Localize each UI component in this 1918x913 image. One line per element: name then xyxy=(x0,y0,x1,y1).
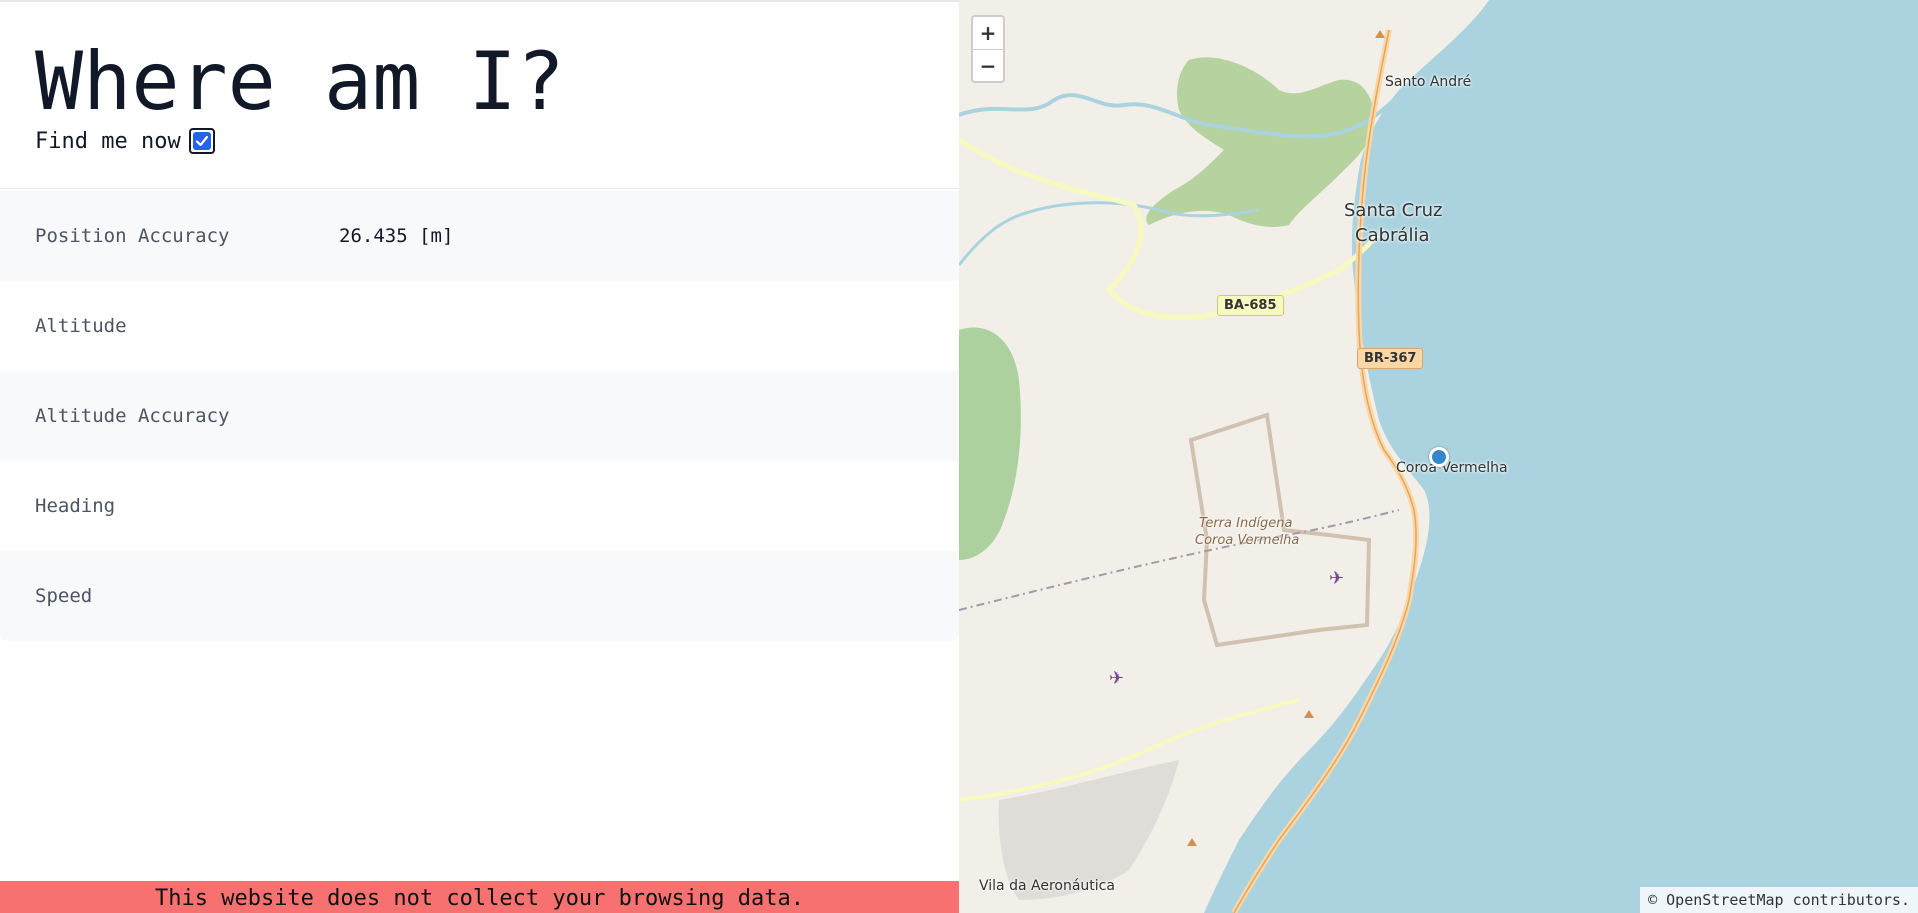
page-title: Where am I? xyxy=(35,35,565,128)
find-me-label: Find me now xyxy=(35,128,181,154)
stat-label: Altitude xyxy=(35,315,127,337)
find-me-checkbox[interactable] xyxy=(188,128,215,154)
airport-icon: ✈ xyxy=(1329,568,1344,589)
map-label-cabralia: Cabrália xyxy=(1355,225,1430,246)
map-label-vila-aeronautica: Vila da Aeronáutica xyxy=(979,878,1115,894)
map-label-terra-indigena: Terra Indígena xyxy=(1199,516,1293,531)
zoom-control: + − xyxy=(971,15,1005,83)
stat-value: 26.435 [m] xyxy=(339,225,454,247)
road-shield-ba685: BA-685 xyxy=(1217,295,1284,316)
stat-label: Altitude Accuracy xyxy=(35,405,230,427)
stat-row-speed: Speed xyxy=(0,551,959,641)
zoom-out-button[interactable]: − xyxy=(973,49,1003,81)
stat-row-altitude: Altitude xyxy=(0,281,959,371)
stats-table: Position Accuracy 26.435 [m] Altitude Al… xyxy=(0,191,959,641)
stat-label: Speed xyxy=(35,585,93,607)
find-me-control: Find me now xyxy=(35,128,959,154)
stat-row-heading: Heading xyxy=(0,461,959,551)
stat-label: Heading xyxy=(35,495,116,517)
map-label-santo-andre: Santo André xyxy=(1385,74,1472,90)
map-attribution[interactable]: © OpenStreetMap contributors. xyxy=(1640,887,1918,913)
map[interactable]: ✈ ✈ + − Santo André Santa Cruz Cabrália … xyxy=(959,0,1918,913)
zoom-in-button[interactable]: + xyxy=(973,17,1003,49)
map-label-terra-indigena-name: Coroa Vermelha xyxy=(1195,533,1300,548)
stat-label: Position Accuracy xyxy=(35,225,230,247)
map-label-coroa-vermelha: Coroa Vermelha xyxy=(1396,460,1508,476)
road-shield-br367: BR-367 xyxy=(1357,348,1424,369)
current-location-marker[interactable] xyxy=(1429,447,1449,467)
header: Where am I? Find me now xyxy=(0,2,959,189)
airport-icon: ✈ xyxy=(1109,668,1124,689)
checkmark-icon xyxy=(192,132,211,150)
info-panel: Where am I? Find me now Position Accurac… xyxy=(0,0,959,913)
privacy-notice: This website does not collect your brows… xyxy=(0,881,959,913)
map-label-santa-cruz: Santa Cruz xyxy=(1344,200,1443,221)
stat-row-position-accuracy: Position Accuracy 26.435 [m] xyxy=(0,191,959,281)
stat-row-altitude-accuracy: Altitude Accuracy xyxy=(0,371,959,461)
